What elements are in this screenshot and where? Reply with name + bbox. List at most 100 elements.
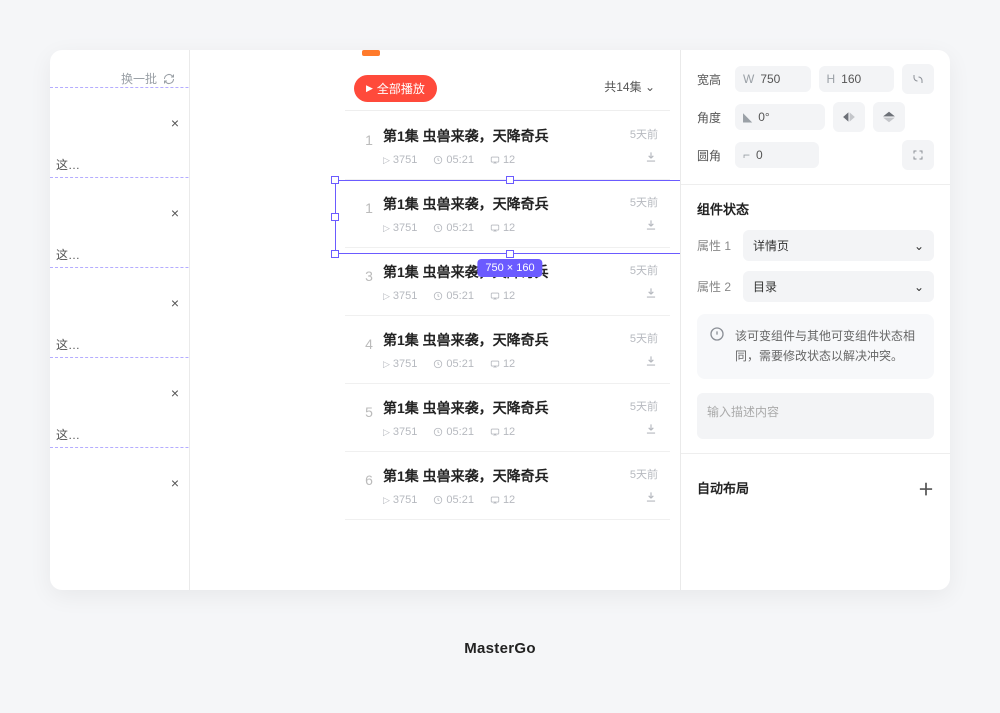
row-title: 第1集 虫兽来袭，天降奇兵 <box>383 194 608 214</box>
plays: ▷ 3751 <box>383 154 417 166</box>
brand-label: MasterGo <box>0 640 1000 657</box>
warning-text: 该可变组件与其他可变组件状态相同，需要修改状态以解决冲突。 <box>735 326 922 367</box>
component-state-title: 组件状态 <box>697 199 934 218</box>
plays: ▷ 3751 <box>383 290 417 302</box>
comments: 12 <box>490 290 515 302</box>
close-icon[interactable]: × <box>171 205 179 221</box>
corner-icon: ⌐ <box>743 148 750 162</box>
row-index: 5 <box>355 398 383 420</box>
row-index: 3 <box>355 262 383 284</box>
episode-row[interactable]: 6第1集 虫兽来袭，天降奇兵 ▷ 3751 05:21 12 5天前 <box>345 452 670 520</box>
plays: ▷ 3751 <box>383 426 417 438</box>
chevron-down-icon: ⌄ <box>914 239 924 253</box>
comments: 12 <box>490 222 515 234</box>
properties-panel: 宽高 W 750 H 160 角度 ◣ 0° <box>680 50 950 590</box>
time-ago: 5天前 <box>608 194 658 210</box>
attr2-select[interactable]: 目录 ⌄ <box>743 271 934 302</box>
comments: 12 <box>490 426 515 438</box>
play-all-label: 全部播放 <box>377 80 425 97</box>
episode-row[interactable]: 1第1集 虫兽来袭，天降奇兵 ▷ 3751 05:21 12 5天前 <box>345 180 670 248</box>
attr1-select[interactable]: 详情页 ⌄ <box>743 230 934 261</box>
download-icon[interactable] <box>644 286 658 300</box>
angle-input[interactable]: ◣ 0° <box>735 104 825 130</box>
width-input[interactable]: W 750 <box>735 66 811 92</box>
time-ago: 5天前 <box>608 126 658 142</box>
layer-item[interactable]: × 这… <box>50 87 189 177</box>
download-icon[interactable] <box>644 218 658 232</box>
layer-item[interactable]: × 这… <box>50 267 189 357</box>
duration: 05:21 <box>433 154 474 166</box>
download-icon[interactable] <box>644 354 658 368</box>
duration: 05:21 <box>433 426 474 438</box>
close-icon[interactable]: × <box>171 115 179 131</box>
attr1-label: 属性 1 <box>697 237 733 254</box>
tab-indicator <box>362 50 380 56</box>
comments: 12 <box>490 494 515 506</box>
time-ago: 5天前 <box>608 466 658 482</box>
layer-label: 这… <box>56 156 80 173</box>
play-all-button[interactable]: ▶ 全部播放 <box>354 75 437 102</box>
add-icon[interactable]: ＋ <box>918 476 934 500</box>
episode-count[interactable]: 共14集 ⌄ <box>604 78 655 95</box>
chevron-down-icon: ⌄ <box>645 80 655 94</box>
left-panel: 换一批 × 这… × 这… × 这… × 这… × <box>50 50 190 590</box>
row-title: 第1集 虫兽来袭，天降奇兵 <box>383 466 608 486</box>
close-icon[interactable]: × <box>171 475 179 491</box>
row-title: 第1集 虫兽来袭，天降奇兵 <box>383 126 608 146</box>
time-ago: 5天前 <box>608 262 658 278</box>
refresh-button[interactable]: 换一批 <box>50 70 189 87</box>
layer-item[interactable]: × 这… <box>50 177 189 267</box>
plays: ▷ 3751 <box>383 222 417 234</box>
resize-handle[interactable] <box>331 176 339 184</box>
comments: 12 <box>490 154 515 166</box>
height-input[interactable]: H 160 <box>819 66 895 92</box>
expand-radius-icon[interactable] <box>902 140 934 170</box>
duration: 05:21 <box>433 222 474 234</box>
angle-icon: ◣ <box>743 110 752 124</box>
resize-handle[interactable] <box>331 250 339 258</box>
layer-label: 这… <box>56 426 80 443</box>
plays: ▷ 3751 <box>383 494 417 506</box>
row-index: 1 <box>355 194 383 216</box>
resize-handle[interactable] <box>331 213 339 221</box>
layer-item[interactable]: × <box>50 447 189 507</box>
angle-label: 角度 <box>697 109 727 126</box>
comments: 12 <box>490 358 515 370</box>
episode-row[interactable]: 4第1集 虫兽来袭，天降奇兵 ▷ 3751 05:21 12 5天前 <box>345 316 670 384</box>
close-icon[interactable]: × <box>171 295 179 311</box>
time-ago: 5天前 <box>608 330 658 346</box>
layer-item[interactable]: × 这… <box>50 357 189 447</box>
attr2-label: 属性 2 <box>697 278 733 295</box>
row-index: 4 <box>355 330 383 352</box>
refresh-label: 换一批 <box>121 70 157 87</box>
row-index: 1 <box>355 126 383 148</box>
layer-label: 这… <box>56 336 80 353</box>
info-icon <box>709 326 725 367</box>
row-title: 第1集 虫兽来袭，天降奇兵 <box>383 262 608 282</box>
flip-h-icon[interactable] <box>833 102 865 132</box>
radius-label: 圆角 <box>697 147 727 164</box>
episode-list: 1第1集 虫兽来袭，天降奇兵▷ 3751 05:21 125天前1第1集 虫兽来… <box>345 112 670 520</box>
radius-input[interactable]: ⌐ 0 <box>735 142 819 168</box>
row-index: 6 <box>355 466 383 488</box>
plays: ▷ 3751 <box>383 358 417 370</box>
duration: 05:21 <box>433 358 474 370</box>
chevron-down-icon: ⌄ <box>914 280 924 294</box>
download-icon[interactable] <box>644 490 658 504</box>
download-icon[interactable] <box>644 422 658 436</box>
link-size-icon[interactable] <box>902 64 934 94</box>
warning-box: 该可变组件与其他可变组件状态相同，需要修改状态以解决冲突。 <box>697 314 934 379</box>
description-input[interactable]: 输入描述内容 <box>697 393 934 439</box>
download-icon[interactable] <box>644 150 658 164</box>
play-icon: ▶ <box>366 83 373 94</box>
episode-row[interactable]: 3第1集 虫兽来袭，天降奇兵▷ 3751 05:21 125天前 <box>345 248 670 316</box>
duration: 05:21 <box>433 494 474 506</box>
close-icon[interactable]: × <box>171 385 179 401</box>
row-title: 第1集 虫兽来袭，天降奇兵 <box>383 330 608 350</box>
flip-v-icon[interactable] <box>873 102 905 132</box>
canvas[interactable]: ▶ 全部播放 共14集 ⌄ 1第1集 虫兽来袭，天降奇兵▷ 3751 05:21… <box>190 50 680 590</box>
episode-row[interactable]: 5第1集 虫兽来袭，天降奇兵▷ 3751 05:21 125天前 <box>345 384 670 452</box>
episode-row[interactable]: 1第1集 虫兽来袭，天降奇兵 ▷ 3751 05:21 12 5天前 <box>345 112 670 180</box>
size-label: 宽高 <box>697 71 727 88</box>
refresh-icon <box>163 73 175 85</box>
